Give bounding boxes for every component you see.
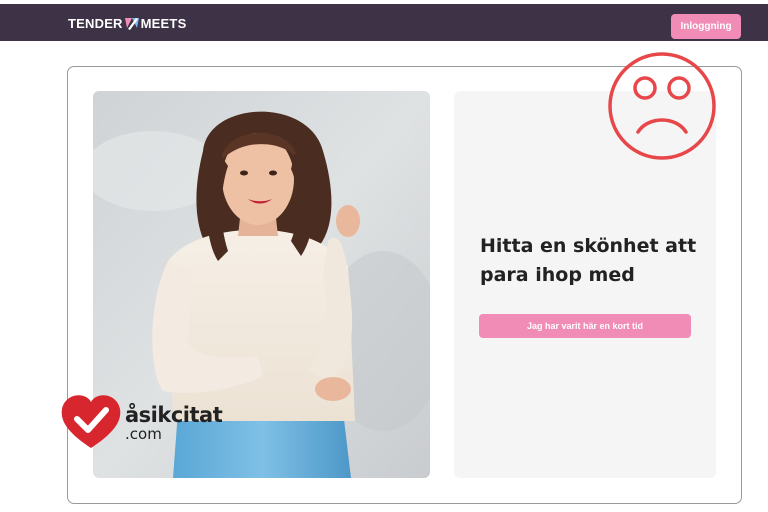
site-logo[interactable]: TENDER MEETS bbox=[68, 15, 186, 31]
login-button[interactable]: Inloggning bbox=[671, 14, 741, 39]
watermark-logo: åsikcitat .com bbox=[60, 392, 260, 452]
hero-headline: Hitta en skönhet att para ihop med bbox=[480, 235, 697, 286]
watermark-line1: åsikcitat bbox=[125, 403, 223, 427]
watermark-text: åsikcitat .com bbox=[125, 403, 223, 443]
heart-check-icon bbox=[61, 395, 121, 448]
logo-text-right: MEETS bbox=[140, 15, 187, 31]
new-here-button[interactable]: Jag har varit här en kort tid bbox=[479, 314, 691, 338]
top-nav-bar: TENDER MEETS Inloggning bbox=[0, 4, 768, 41]
logo-heart-icon bbox=[124, 18, 139, 30]
logo-text-left: TENDER bbox=[68, 15, 123, 31]
sad-face-icon bbox=[608, 52, 716, 160]
watermark-line2: .com bbox=[125, 425, 162, 443]
